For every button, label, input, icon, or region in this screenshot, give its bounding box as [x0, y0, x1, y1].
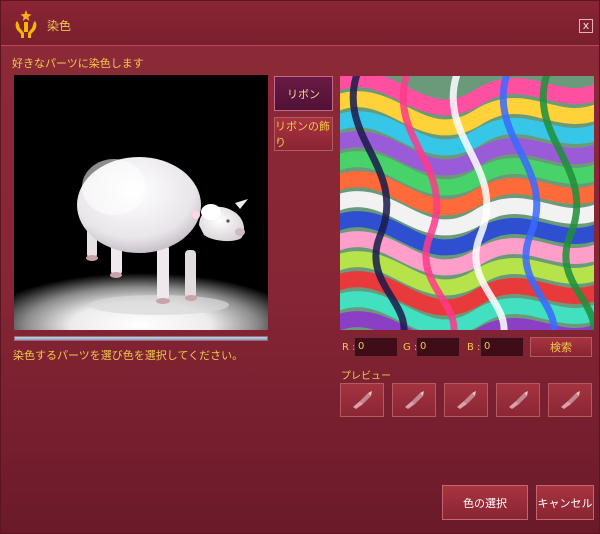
close-button[interactable]: x — [579, 19, 593, 33]
sheep-model — [77, 157, 248, 315]
brush-icon — [353, 391, 372, 409]
character-preview-viewport[interactable] — [14, 75, 268, 330]
preview-swatch-5[interactable] — [548, 383, 592, 417]
part-button-ribbon-decoration[interactable]: リボンの飾り — [274, 117, 333, 151]
brush-icon — [509, 391, 528, 409]
blue-label: B : — [467, 342, 481, 353]
preview-swatch-4[interactable] — [496, 383, 540, 417]
brush-icon — [405, 391, 424, 409]
preview-swatch-2[interactable] — [392, 383, 436, 417]
blue-value-input[interactable]: 0 — [480, 337, 524, 357]
green-value-input[interactable]: 0 — [416, 337, 460, 357]
color-palette[interactable] — [340, 76, 594, 330]
preview-swatch-3[interactable] — [444, 383, 488, 417]
instruction-text-bottom: 染色するパーツを選び色を選択してください。 — [13, 349, 244, 362]
brush-icon — [561, 391, 580, 409]
part-button-ribbon[interactable]: リボン — [274, 76, 333, 111]
title-bar[interactable]: 染色 x — [1, 1, 599, 46]
preview-swatch-1[interactable] — [340, 383, 384, 417]
cancel-button[interactable]: キャンセル — [536, 485, 594, 520]
search-button[interactable]: 検索 — [530, 337, 592, 357]
red-value-input[interactable]: 0 — [354, 337, 398, 357]
window-title: 染色 — [47, 19, 72, 33]
brush-icon — [457, 391, 476, 409]
loading-progress-bar — [14, 336, 268, 341]
color-palette-swirl — [340, 76, 594, 330]
instruction-text-top: 好きなパーツに染色します — [12, 57, 144, 70]
select-color-button[interactable]: 色の選択 — [442, 485, 528, 520]
dye-window: 染色 x 好きなパーツに染色します 染色するパーツを選び色を選択してください。 … — [0, 0, 600, 534]
loading-progress-fill — [15, 337, 267, 340]
hand-sparkle-icon — [15, 10, 37, 38]
preview-label: プレビュー — [341, 371, 391, 382]
